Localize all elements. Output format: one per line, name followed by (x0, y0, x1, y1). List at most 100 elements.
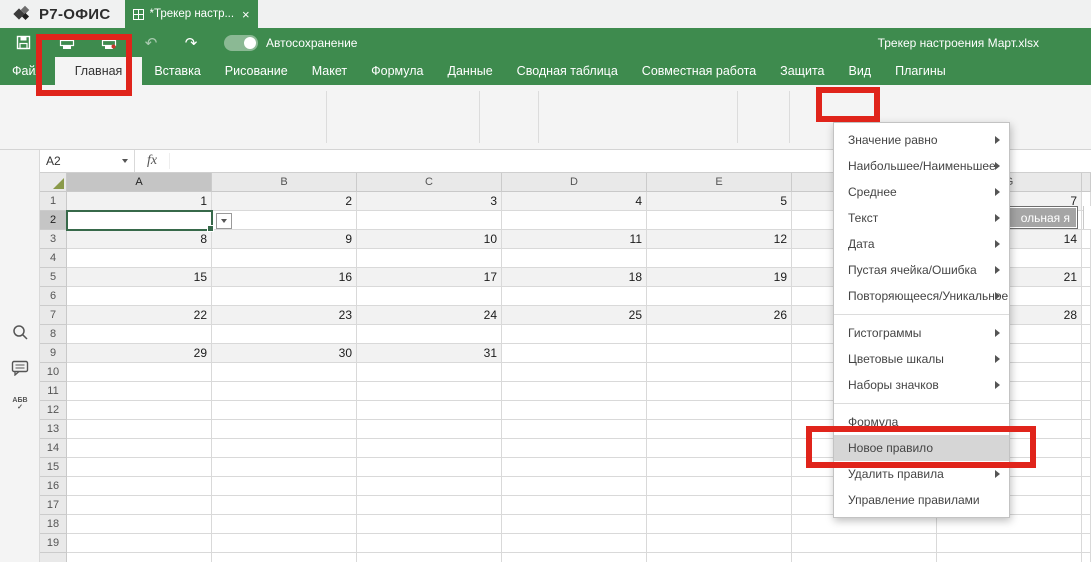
cell-style-check-cell[interactable]: ольная я (1006, 206, 1078, 229)
row-header-15[interactable]: 15 (40, 458, 67, 477)
row-header-2[interactable]: 2 (40, 211, 67, 230)
cell-D1[interactable]: 4 (502, 192, 647, 211)
cell-E16[interactable] (647, 477, 792, 496)
cell-B13[interactable] (212, 420, 357, 439)
cell-B5[interactable]: 16 (212, 268, 357, 287)
cell-E18[interactable] (647, 515, 792, 534)
menu-item-Наборы значков[interactable]: Наборы значков (834, 372, 1009, 398)
cell-E9[interactable] (647, 344, 792, 363)
cell-style-next[interactable]: Г (1083, 206, 1091, 229)
column-header-A[interactable]: A (67, 173, 212, 192)
cell-C8[interactable] (357, 325, 502, 344)
menu-item-Дата[interactable]: Дата (834, 231, 1009, 257)
row-header-19[interactable]: 19 (40, 534, 67, 553)
cell-A3[interactable]: 8 (67, 230, 212, 249)
column-header-C[interactable]: C (357, 173, 502, 192)
menu-item-Повторяющееся/Уникальное[interactable]: Повторяющееся/Уникальное (834, 283, 1009, 309)
fx-icon[interactable]: fx (135, 153, 170, 169)
cell-C1[interactable]: 3 (357, 192, 502, 211)
cell-dropdown-button[interactable] (216, 213, 232, 229)
row-header-3[interactable]: 3 (40, 230, 67, 249)
cell-D17[interactable] (502, 496, 647, 515)
cell-D14[interactable] (502, 439, 647, 458)
cell-A11[interactable] (67, 382, 212, 401)
row-header-4[interactable]: 4 (40, 249, 67, 268)
cell-A14[interactable] (67, 439, 212, 458)
row-header-20[interactable] (40, 553, 67, 562)
menu-item-Текст[interactable]: Текст (834, 205, 1009, 231)
cell-E4[interactable] (647, 249, 792, 268)
menu-item-Цветовые шкалы[interactable]: Цветовые шкалы (834, 346, 1009, 372)
cell-B2[interactable] (212, 211, 357, 230)
cell-E17[interactable] (647, 496, 792, 515)
cell-H12[interactable] (1082, 401, 1091, 420)
cell-B1[interactable]: 2 (212, 192, 357, 211)
search-button[interactable] (0, 324, 40, 341)
cell-H3[interactable] (1082, 230, 1091, 249)
menu-tab-Формула[interactable]: Формула (359, 57, 435, 85)
cell-A4[interactable] (67, 249, 212, 268)
cell-C20[interactable] (357, 553, 502, 562)
cell-D18[interactable] (502, 515, 647, 534)
row-header-12[interactable]: 12 (40, 401, 67, 420)
cell-D5[interactable]: 18 (502, 268, 647, 287)
cell-D9[interactable] (502, 344, 647, 363)
menu-tab-Плагины[interactable]: Плагины (883, 57, 958, 85)
cell-E2[interactable] (647, 211, 792, 230)
row-header-10[interactable]: 10 (40, 363, 67, 382)
menu-item-Наибольшее/Наименьшее[interactable]: Наибольшее/Наименьшее (834, 153, 1009, 179)
menu-tab-Данные[interactable]: Данные (436, 57, 505, 85)
cell-B12[interactable] (212, 401, 357, 420)
cell-C11[interactable] (357, 382, 502, 401)
cell-A17[interactable] (67, 496, 212, 515)
menu-tab-Совместная работа[interactable]: Совместная работа (630, 57, 768, 85)
cell-D15[interactable] (502, 458, 647, 477)
menu-item-Значение равно[interactable]: Значение равно (834, 127, 1009, 153)
cell-B8[interactable] (212, 325, 357, 344)
cell-D11[interactable] (502, 382, 647, 401)
cell-E19[interactable] (647, 534, 792, 553)
cell-H13[interactable] (1082, 420, 1091, 439)
cell-D8[interactable] (502, 325, 647, 344)
cell-A18[interactable] (67, 515, 212, 534)
cell-B4[interactable] (212, 249, 357, 268)
cell-G20[interactable] (937, 553, 1082, 562)
cell-H10[interactable] (1082, 363, 1091, 382)
cell-C12[interactable] (357, 401, 502, 420)
cell-D13[interactable] (502, 420, 647, 439)
cell-E11[interactable] (647, 382, 792, 401)
menu-tab-Рисование[interactable]: Рисование (213, 57, 300, 85)
autosave-toggle[interactable] (224, 35, 258, 51)
row-header-5[interactable]: 5 (40, 268, 67, 287)
cell-B3[interactable]: 9 (212, 230, 357, 249)
cell-G19[interactable] (937, 534, 1082, 553)
cell-H9[interactable] (1082, 344, 1091, 363)
close-tab-icon[interactable]: × (242, 8, 250, 21)
cell-C6[interactable] (357, 287, 502, 306)
cell-B7[interactable]: 23 (212, 306, 357, 325)
cell-H8[interactable] (1082, 325, 1091, 344)
column-header-D[interactable]: D (502, 173, 647, 192)
row-header-6[interactable]: 6 (40, 287, 67, 306)
menu-tab-Вид[interactable]: Вид (836, 57, 883, 85)
cell-B18[interactable] (212, 515, 357, 534)
cell-A6[interactable] (67, 287, 212, 306)
cell-A9[interactable]: 29 (67, 344, 212, 363)
row-header-13[interactable]: 13 (40, 420, 67, 439)
cell-A13[interactable] (67, 420, 212, 439)
cell-B15[interactable] (212, 458, 357, 477)
menu-item-Управление правилами[interactable]: Управление правилами (834, 487, 1009, 513)
column-header-B[interactable]: B (212, 173, 357, 192)
cell-C3[interactable]: 10 (357, 230, 502, 249)
cell-B11[interactable] (212, 382, 357, 401)
spellcheck-button[interactable]: АБВ✓ (0, 397, 40, 411)
cell-A19[interactable] (67, 534, 212, 553)
cell-B6[interactable] (212, 287, 357, 306)
cell-B10[interactable] (212, 363, 357, 382)
cell-B16[interactable] (212, 477, 357, 496)
cell-E1[interactable]: 5 (647, 192, 792, 211)
cell-A8[interactable] (67, 325, 212, 344)
cell-H6[interactable] (1082, 287, 1091, 306)
cell-C15[interactable] (357, 458, 502, 477)
cell-E3[interactable]: 12 (647, 230, 792, 249)
